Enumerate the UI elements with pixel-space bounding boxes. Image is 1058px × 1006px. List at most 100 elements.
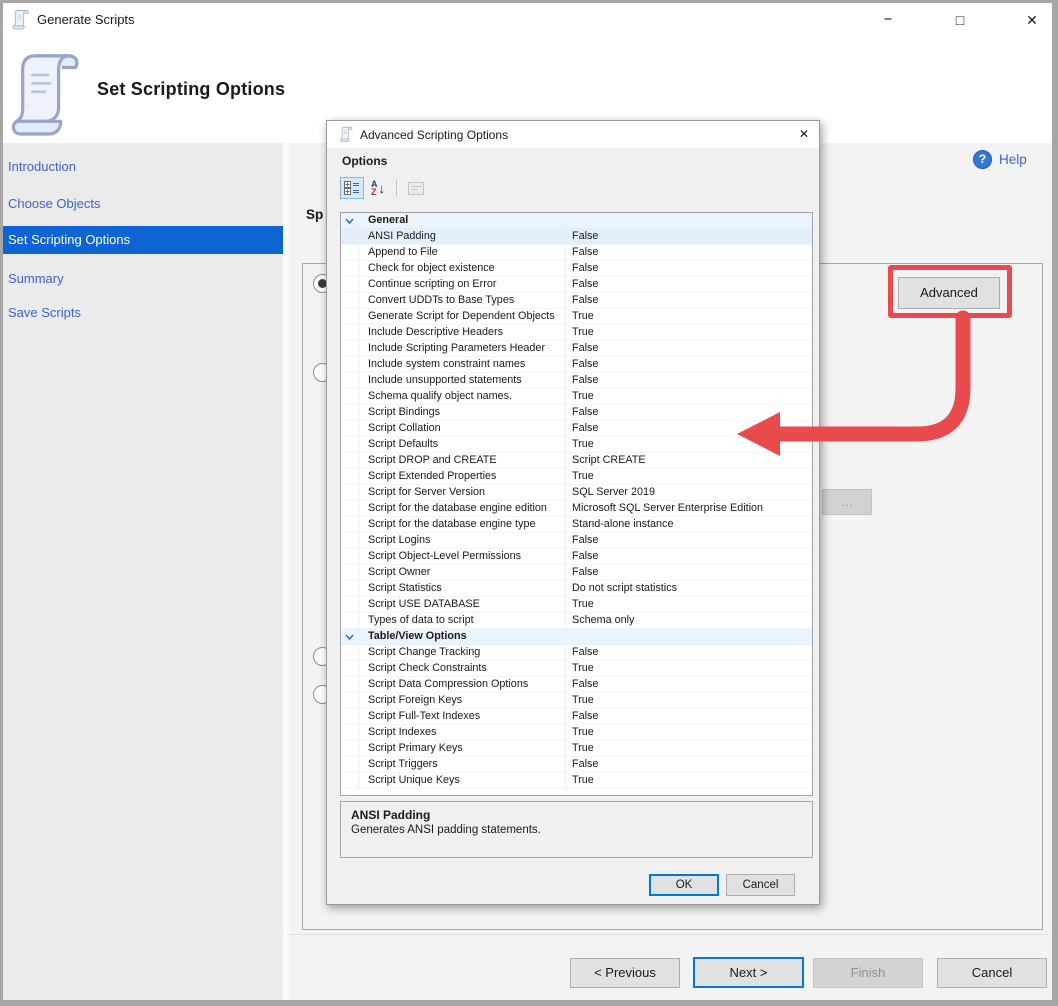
property-value[interactable]: True	[566, 597, 812, 612]
property-row[interactable]: Script Primary KeysTrue	[341, 741, 812, 757]
close-button[interactable]: ✕	[1013, 7, 1051, 33]
dialog-cancel-button[interactable]: Cancel	[726, 874, 795, 896]
property-row[interactable]: Include Descriptive HeadersTrue	[341, 325, 812, 341]
property-row[interactable]: Script Unique KeysTrue	[341, 773, 812, 789]
property-value[interactable]: Script CREATE	[566, 453, 812, 468]
property-row[interactable]: Script CollationFalse	[341, 421, 812, 437]
minimize-button[interactable]: −	[869, 7, 907, 33]
property-value[interactable]: True	[566, 725, 812, 740]
property-row[interactable]: Include unsupported statementsFalse	[341, 373, 812, 389]
property-value[interactable]: False	[566, 645, 812, 660]
property-value[interactable]: False	[566, 709, 812, 724]
property-row[interactable]: Script IndexesTrue	[341, 725, 812, 741]
sidebar-gap	[283, 143, 289, 1000]
property-value[interactable]: Microsoft SQL Server Enterprise Edition	[566, 501, 812, 516]
property-value[interactable]: True	[566, 389, 812, 404]
property-row[interactable]: Check for object existenceFalse	[341, 261, 812, 277]
property-row[interactable]: Convert UDDTs to Base TypesFalse	[341, 293, 812, 309]
property-row[interactable]: Script USE DATABASETrue	[341, 597, 812, 613]
property-row[interactable]: Continue scripting on ErrorFalse	[341, 277, 812, 293]
property-value[interactable]: True	[566, 661, 812, 676]
property-row[interactable]: Script OwnerFalse	[341, 565, 812, 581]
property-value[interactable]: Do not script statistics	[566, 581, 812, 596]
property-row[interactable]: ANSI PaddingFalse	[341, 229, 812, 245]
property-row[interactable]: Script for the database engine typeStand…	[341, 517, 812, 533]
property-row[interactable]: Script LoginsFalse	[341, 533, 812, 549]
property-value[interactable]: True	[566, 469, 812, 484]
sidebar-item-set-scripting-options[interactable]: Set Scripting Options	[3, 226, 283, 254]
property-value[interactable]: False	[566, 277, 812, 292]
property-name: Script Statistics	[359, 581, 566, 596]
property-value[interactable]: False	[566, 549, 812, 564]
category-row[interactable]: Table/View Options	[341, 629, 812, 645]
property-value[interactable]: False	[566, 533, 812, 548]
sidebar-item-introduction[interactable]: Introduction	[8, 154, 278, 180]
dialog-close-button[interactable]: ✕	[791, 123, 817, 146]
property-name: Script Owner	[359, 565, 566, 580]
property-row[interactable]: Script Data Compression OptionsFalse	[341, 677, 812, 693]
sidebar-item-summary[interactable]: Summary	[8, 266, 278, 292]
property-row[interactable]: Script DefaultsTrue	[341, 437, 812, 453]
property-value[interactable]: Stand-alone instance	[566, 517, 812, 532]
property-value[interactable]: False	[566, 357, 812, 372]
property-value[interactable]: False	[566, 421, 812, 436]
property-row[interactable]: Script Change TrackingFalse	[341, 645, 812, 661]
property-value[interactable]: False	[566, 245, 812, 260]
categorized-icon[interactable]	[340, 177, 364, 199]
property-row[interactable]: Script TriggersFalse	[341, 757, 812, 773]
row-gutter	[341, 709, 359, 724]
row-gutter	[341, 357, 359, 372]
property-row[interactable]: Generate Script for Dependent ObjectsTru…	[341, 309, 812, 325]
property-row[interactable]: Script StatisticsDo not script statistic…	[341, 581, 812, 597]
property-value[interactable]: True	[566, 309, 812, 324]
previous-button[interactable]: < Previous	[570, 958, 680, 988]
ok-button[interactable]: OK	[649, 874, 719, 896]
property-row[interactable]: Script Check ConstraintsTrue	[341, 661, 812, 677]
property-value[interactable]: False	[566, 373, 812, 388]
property-row[interactable]: Types of data to scriptSchema only	[341, 613, 812, 629]
row-gutter	[341, 421, 359, 436]
property-value[interactable]: False	[566, 677, 812, 692]
alphabetical-sort-icon[interactable]: A Z ↓	[366, 177, 390, 199]
property-value[interactable]: SQL Server 2019	[566, 485, 812, 500]
property-value[interactable]: False	[566, 341, 812, 356]
property-value[interactable]: False	[566, 261, 812, 276]
property-name: ANSI Padding	[359, 229, 566, 244]
category-row[interactable]: General	[341, 213, 812, 229]
help-button[interactable]: ? Help	[973, 150, 1027, 169]
property-name: Script Extended Properties	[359, 469, 566, 484]
property-value[interactable]: True	[566, 693, 812, 708]
next-button[interactable]: Next >	[693, 957, 804, 988]
help-icon: ?	[973, 150, 992, 169]
property-value[interactable]: True	[566, 773, 812, 788]
property-row[interactable]: Include system constraint namesFalse	[341, 357, 812, 373]
property-value[interactable]: True	[566, 437, 812, 452]
property-row[interactable]: Script for Server VersionSQL Server 2019	[341, 485, 812, 501]
property-row[interactable]: Append to FileFalse	[341, 245, 812, 261]
property-value[interactable]: True	[566, 325, 812, 340]
property-value[interactable]: False	[566, 229, 812, 244]
property-value[interactable]: True	[566, 741, 812, 756]
property-row[interactable]: Script BindingsFalse	[341, 405, 812, 421]
property-row[interactable]: Schema qualify object names.True	[341, 389, 812, 405]
maximize-button[interactable]: □	[941, 7, 979, 33]
footer-cancel-button[interactable]: Cancel	[937, 958, 1047, 988]
property-row[interactable]: Script Object-Level PermissionsFalse	[341, 549, 812, 565]
property-row[interactable]: Script for the database engine editionMi…	[341, 501, 812, 517]
sidebar-item-save-scripts[interactable]: Save Scripts	[8, 300, 278, 326]
sidebar-item-choose-objects[interactable]: Choose Objects	[8, 191, 278, 217]
property-name: Script Unique Keys	[359, 773, 566, 788]
property-row[interactable]: Script Foreign KeysTrue	[341, 693, 812, 709]
property-row[interactable]: Script DROP and CREATEScript CREATE	[341, 453, 812, 469]
advanced-button[interactable]: Advanced	[898, 277, 1000, 309]
property-row[interactable]: Script Extended PropertiesTrue	[341, 469, 812, 485]
property-value[interactable]: False	[566, 405, 812, 420]
property-row[interactable]: Script Full-Text IndexesFalse	[341, 709, 812, 725]
property-value[interactable]: Schema only	[566, 613, 812, 628]
property-value[interactable]: False	[566, 293, 812, 308]
property-name: Script Triggers	[359, 757, 566, 772]
property-value[interactable]: False	[566, 565, 812, 580]
property-value[interactable]: False	[566, 757, 812, 772]
finish-button: Finish	[813, 958, 923, 988]
property-row[interactable]: Include Scripting Parameters HeaderFalse	[341, 341, 812, 357]
